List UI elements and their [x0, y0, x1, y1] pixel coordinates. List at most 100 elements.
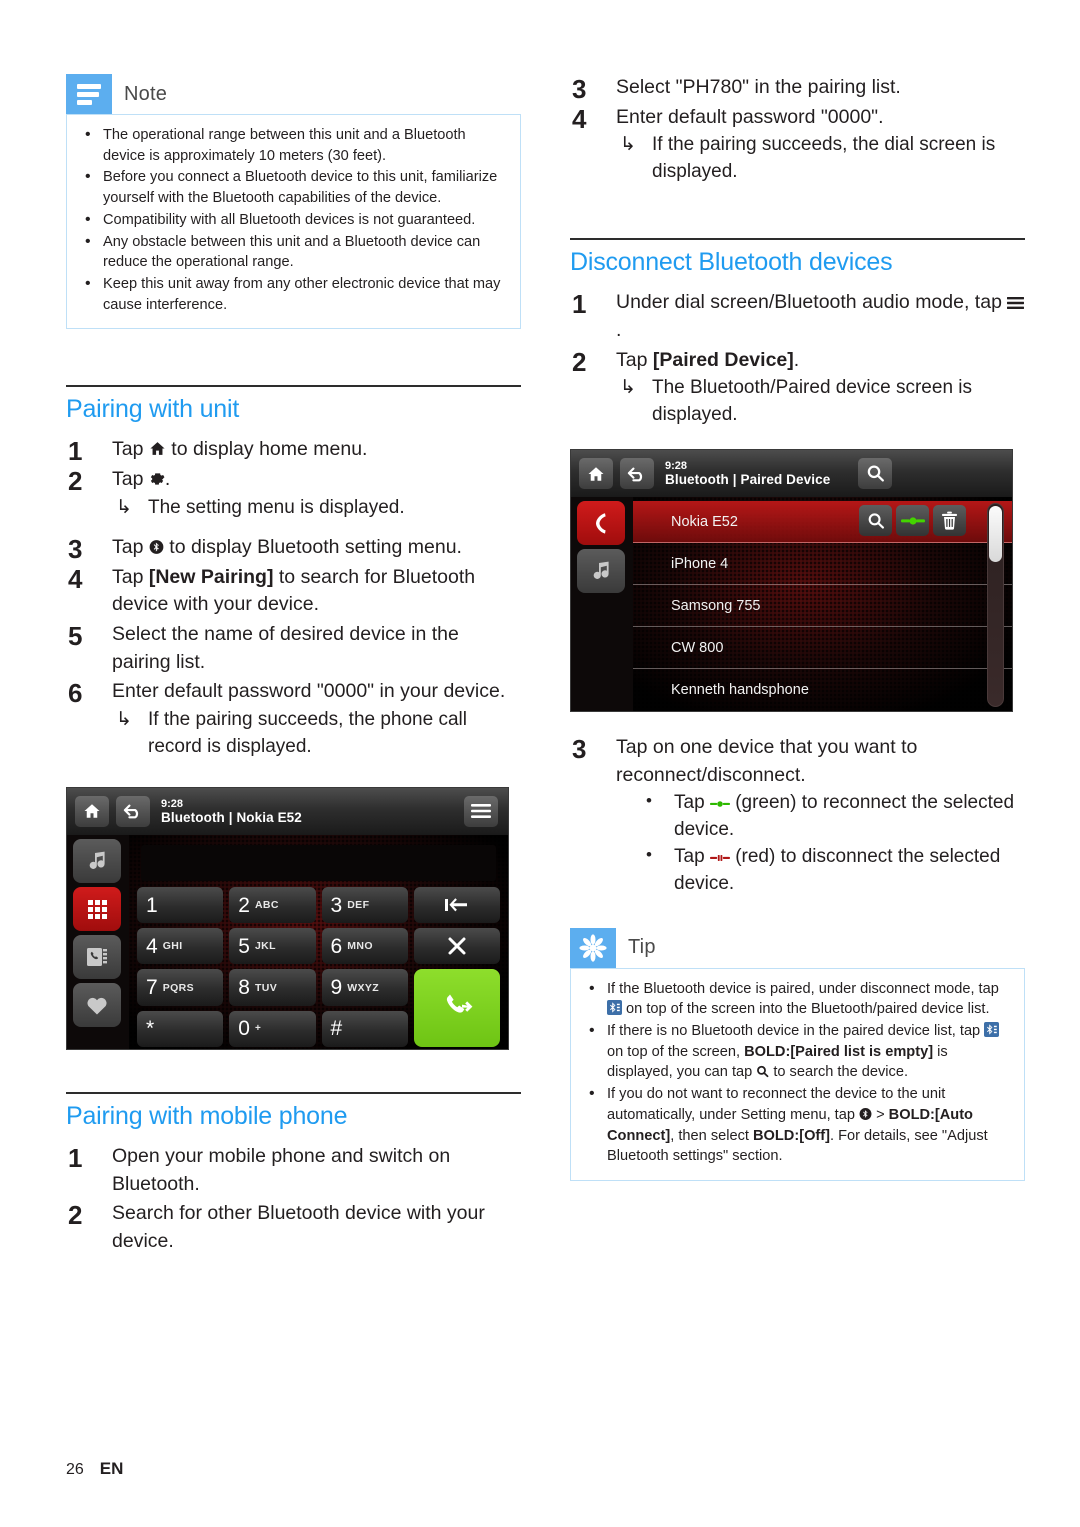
- trash-icon[interactable]: [933, 505, 966, 537]
- bluetooth-icon: [859, 1107, 872, 1121]
- step-number: 4: [68, 563, 83, 594]
- key-7[interactable]: 7 PQRS: [137, 969, 224, 1006]
- step-4-result: ↳ If the pairing succeeds, the dial scre…: [616, 132, 1025, 186]
- connect-green-icon[interactable]: [896, 505, 929, 537]
- home-icon[interactable]: [75, 795, 109, 827]
- paired-device-label: [Paired Device]: [652, 348, 794, 371]
- key-letters: GHI: [162, 940, 183, 953]
- list-item: If there is no Bluetooth device in the p…: [585, 1020, 1010, 1083]
- step-1: 1 Under dial screen/Bluetooth audio mode…: [570, 289, 1025, 344]
- list-item: The operational range between this unit …: [81, 124, 506, 166]
- key-4[interactable]: 4 GHI: [137, 928, 224, 965]
- result-arrow-icon: ↳: [116, 708, 132, 730]
- tip-asterisk-icon: [570, 927, 616, 968]
- search-icon[interactable]: [858, 458, 892, 490]
- bluetooth-icon: [149, 539, 164, 555]
- back-arrow-icon[interactable]: [620, 458, 654, 490]
- row-actions: [859, 505, 966, 537]
- key-6[interactable]: 6 MNO: [321, 928, 408, 965]
- table-row[interactable]: iPhone 4: [633, 543, 1012, 586]
- connect-green-icon: [709, 798, 730, 810]
- scrollbar[interactable]: [987, 503, 1004, 708]
- hamburger-menu-icon[interactable]: [464, 795, 498, 827]
- scrollbar-thumb[interactable]: [989, 506, 1002, 563]
- note-lines-icon: [66, 74, 112, 114]
- music-note-icon[interactable]: [73, 838, 121, 883]
- heart-favorites-icon[interactable]: [73, 982, 121, 1027]
- device-body: Nokia E52 iPhone 4 Samsong 755 CW 800 Ke…: [571, 497, 1012, 712]
- reconnect-bullet: Tap (green) to reconnect the selected de…: [616, 789, 1025, 844]
- music-note-icon[interactable]: [577, 549, 625, 594]
- step-6-result: ↳ If the pairing succeeds, the phone cal…: [112, 707, 521, 761]
- step-4: 4 Enter default password "0000". ↳ If th…: [570, 104, 1025, 187]
- step-2-result: ↳ The setting menu is displayed.: [112, 495, 521, 522]
- step-text-post: to display home menu.: [165, 438, 368, 461]
- key-letters: MNO: [347, 940, 373, 953]
- table-row[interactable]: CW 800: [633, 627, 1012, 670]
- phone-handset-icon[interactable]: [577, 501, 625, 546]
- left-column: Note The operational range between this …: [66, 74, 521, 1258]
- note-callout-body: The operational range between this unit …: [66, 114, 521, 330]
- step-2-result: ↳ The Bluetooth/Paired device screen is …: [616, 375, 1025, 429]
- step-text: Select "PH780" in the pairing list.: [616, 76, 901, 98]
- key-letters: +: [254, 1023, 262, 1035]
- breadcrumb: Bluetooth | Paired Device: [665, 472, 831, 488]
- backspace-icon[interactable]: [413, 886, 500, 924]
- step-text-pre: Tap: [112, 565, 149, 588]
- dialpad-grid-icon[interactable]: [73, 886, 121, 931]
- key-0[interactable]: 0 +: [229, 1010, 316, 1047]
- step-text-post: .: [793, 348, 800, 371]
- page-footer: 26 EN: [66, 1459, 123, 1479]
- tip-text: If the Bluetooth device is paired, under…: [607, 980, 999, 997]
- pairing-with-mobile-section: Pairing with mobile phone 1 Open your mo…: [66, 1091, 521, 1256]
- tip-callout-title: Tip: [628, 936, 656, 959]
- new-pairing-label: [New Pairing]: [148, 565, 274, 588]
- tip-text: , then select: [670, 1127, 753, 1144]
- status-time: 9:28: [161, 797, 184, 810]
- device-name: Samsong 755: [671, 597, 761, 614]
- key-letters: WXYZ: [347, 981, 380, 994]
- key-8[interactable]: 8 TUV: [229, 969, 316, 1006]
- right-column: 3 Select "PH780" in the pairing list. 4 …: [570, 74, 1025, 1182]
- device-name: Kenneth handsphone: [671, 682, 809, 699]
- key-9[interactable]: 9 WXYZ: [321, 969, 408, 1006]
- manual-page: Note The operational range between this …: [0, 0, 1080, 1527]
- key-hash[interactable]: #: [321, 1010, 408, 1047]
- disconnect-section: Disconnect Bluetooth devices 1 Under dia…: [570, 238, 1025, 429]
- number-display-field[interactable]: [141, 844, 496, 881]
- key-star[interactable]: *: [137, 1010, 224, 1047]
- step-text-pre: Tap: [616, 348, 653, 371]
- key-digit: 9: [330, 976, 343, 999]
- key-letters: TUV: [254, 981, 278, 994]
- key-5[interactable]: 5 JKL: [229, 928, 316, 965]
- home-icon: [149, 440, 166, 457]
- table-row[interactable]: Nokia E52: [633, 501, 1012, 544]
- table-row[interactable]: Samsong 755: [633, 585, 1012, 628]
- step-text-post: .: [616, 319, 622, 341]
- device-name: CW 800: [671, 639, 724, 656]
- step-number: 2: [68, 466, 83, 497]
- table-row[interactable]: Kenneth handsphone: [633, 669, 1012, 711]
- gear-icon: [149, 471, 165, 487]
- key-2[interactable]: 2 ABC: [229, 886, 316, 924]
- call-icon[interactable]: [413, 969, 500, 1047]
- step-text: Enter default password "0000".: [616, 105, 884, 128]
- back-arrow-icon[interactable]: [116, 795, 150, 827]
- key-letters: DEF: [347, 899, 370, 911]
- call-log-icon[interactable]: [73, 934, 121, 979]
- key-3[interactable]: 3 DEF: [321, 886, 408, 924]
- clear-x-icon[interactable]: [413, 928, 500, 965]
- key-1[interactable]: 1: [137, 886, 224, 924]
- section-divider: [66, 1091, 521, 1094]
- key-letters: JKL: [254, 940, 276, 953]
- continued-steps: 3 Select "PH780" in the pairing list. 4 …: [570, 74, 1025, 186]
- section-divider: [66, 385, 521, 388]
- home-icon[interactable]: [579, 458, 613, 490]
- step-4: 4 Tap [New Pairing] to search for Blueto…: [66, 564, 521, 619]
- list-item: Keep this unit away from any other elect…: [81, 273, 506, 315]
- keypad: 1 2 ABC 3 DEF 4 GHI 5 JKL 6 MNO 7 PQRS 8: [137, 886, 500, 1047]
- result-arrow-icon: ↳: [620, 134, 636, 156]
- search-icon[interactable]: [859, 505, 892, 537]
- key-digit: *: [146, 1017, 155, 1041]
- result-text: The Bluetooth/Paired device screen is di…: [652, 377, 973, 426]
